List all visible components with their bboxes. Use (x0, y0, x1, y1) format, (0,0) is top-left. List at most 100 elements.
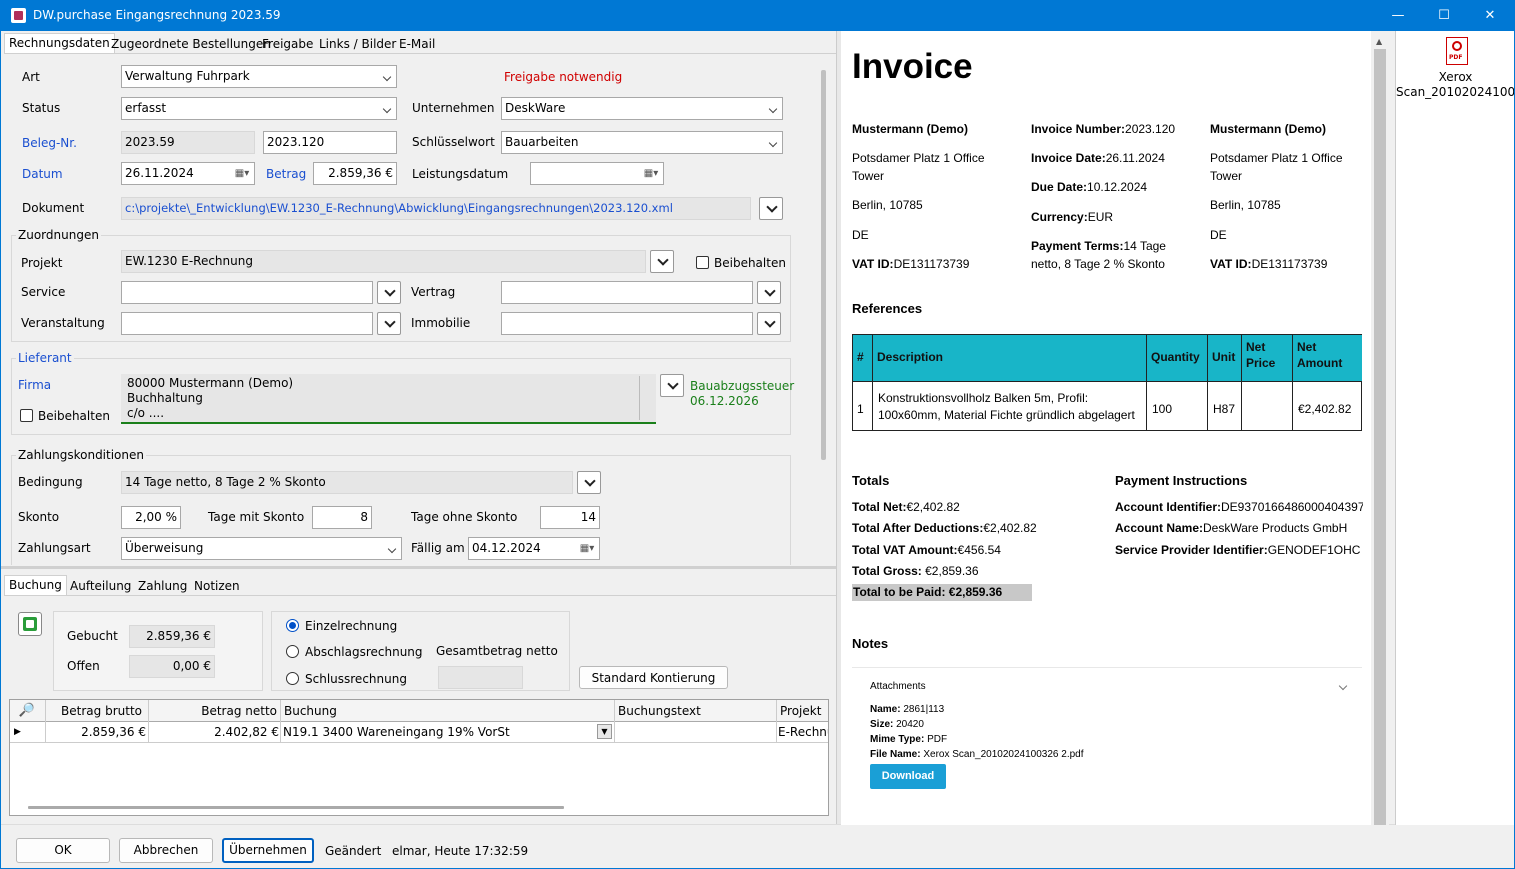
grid-header-betrag-netto[interactable]: Betrag netto (149, 701, 281, 721)
zahlungsart-select[interactable]: Überweisung (121, 537, 402, 560)
tab-zahlung[interactable]: Zahlung (133, 576, 192, 596)
datum-field[interactable]: 26.11.2024 ▦▾ (121, 162, 255, 185)
datum-link[interactable]: Datum (22, 167, 63, 181)
maximize-button[interactable]: ☐ (1421, 0, 1467, 31)
offen-label: Offen (67, 659, 100, 673)
betrag-field[interactable]: 2.859,36 € (313, 162, 397, 185)
tage-ohne-skonto-field[interactable]: 14 (540, 506, 600, 529)
offen-field: 0,00 € (129, 655, 215, 678)
vertrag-field[interactable] (501, 281, 753, 304)
th-net-amount: Net Amount (1293, 335, 1362, 381)
projekt-beibehalten-checkbox[interactable] (696, 256, 709, 269)
beleg-nr-extern-field[interactable]: 2023.120 (263, 131, 397, 154)
schlussrechnung-radio[interactable] (286, 672, 299, 685)
tab-links-bilder[interactable]: Links / Bilder (314, 34, 401, 54)
seller-addr1: Potsdamer Platz 1 Office (852, 151, 985, 165)
scroll-thumb[interactable] (1374, 49, 1386, 825)
dokument-chevron-down-icon[interactable] (759, 197, 783, 220)
tab-notizen[interactable]: Notizen (189, 576, 245, 596)
art-select[interactable]: Verwaltung Fuhrpark (121, 65, 397, 88)
close-button[interactable]: ✕ (1467, 0, 1513, 31)
splitter[interactable] (1, 566, 836, 569)
ok-button[interactable]: OK (16, 838, 110, 863)
dokument-path[interactable]: c:\projekte\_Entwicklung\EW.1230_E-Rechn… (121, 197, 751, 220)
refresh-button[interactable] (18, 612, 42, 636)
grid-cell-netto[interactable]: 2.402,82 € (149, 722, 279, 742)
scroll-up-icon[interactable]: ▲ (1376, 37, 1382, 46)
td-unit: H87 (1213, 402, 1236, 416)
service-field[interactable] (121, 281, 373, 304)
grid-header-betrag-brutto[interactable]: Betrag brutto (46, 701, 146, 721)
tab-freigabe[interactable]: Freigabe (257, 34, 318, 54)
vertrag-chevron-down-icon[interactable] (757, 281, 781, 304)
tab-aufteilung[interactable]: Aufteilung (65, 576, 136, 596)
buchung-dropdown-icon[interactable]: ▼ (597, 724, 612, 739)
bedingung-chevron-down-icon[interactable] (577, 471, 601, 494)
grid-header-buchungstext[interactable]: Buchungstext (618, 701, 773, 721)
firma-link[interactable]: Firma (18, 378, 51, 392)
uebernehmen-button[interactable]: Übernehmen (222, 838, 314, 863)
abbrechen-button[interactable]: Abbrechen (119, 838, 213, 863)
pdf-file-label[interactable]: Xerox Scan_20102024100... (1396, 70, 1514, 100)
firma-address-box[interactable]: 80000 Mustermann (Demo) Buchhaltung c/o … (121, 374, 656, 424)
calendar-icon[interactable]: ▦▾ (641, 165, 661, 182)
seller-name: Mustermann (Demo) (852, 122, 969, 136)
tage-mit-skonto-field[interactable]: 8 (312, 506, 372, 529)
bedingung-field[interactable]: 14 Tage netto, 8 Tage 2 % Skonto (121, 471, 573, 494)
skonto-field[interactable]: 2,00 % (121, 506, 181, 529)
due-date-label: Due Date: (1031, 180, 1088, 194)
veranstaltung-chevron-down-icon[interactable] (377, 312, 401, 335)
art-label: Art (22, 70, 40, 84)
service-chevron-down-icon[interactable] (377, 281, 401, 304)
tab-rechnungsdaten[interactable]: Rechnungsdaten (4, 33, 115, 53)
grid-header-projekt[interactable]: Projekt (780, 701, 828, 721)
grid-cell-brutto[interactable]: 2.859,36 € (46, 722, 146, 742)
status-select[interactable]: erfasst (121, 97, 397, 120)
betrag-link[interactable]: Betrag (266, 167, 306, 181)
grid-horizontal-scrollbar[interactable] (28, 806, 564, 809)
schluessel-label: Schlüsselwort (412, 135, 495, 149)
einzelrechnung-radio[interactable] (286, 619, 299, 632)
projekt-chevron-down-icon[interactable] (650, 250, 674, 273)
lower-tab-divider (4, 595, 836, 596)
buchung-summary-box (53, 611, 263, 691)
tab-buchung[interactable]: Buchung (4, 575, 67, 595)
pdf-file-icon[interactable]: PDF (1446, 37, 1468, 65)
grid-cell-projekt[interactable]: E-Rechnu (778, 722, 828, 742)
tab-email[interactable]: E-Mail (394, 34, 440, 54)
unternehmen-select[interactable]: DeskWare (501, 97, 783, 120)
td-description-line2: 100x60mm, Material Fichte gründlich abge… (878, 408, 1135, 422)
grid-search-icon[interactable]: 🔎 (12, 701, 42, 721)
lieferant-title[interactable]: Lieferant (16, 351, 74, 365)
grid-header-buchung[interactable]: Buchung (284, 701, 614, 721)
veranstaltung-field[interactable] (121, 312, 373, 335)
download-button[interactable]: Download (870, 764, 946, 789)
form-scrollbar[interactable] (821, 70, 826, 460)
firma-chevron-down-icon[interactable] (660, 374, 684, 397)
faellig-field[interactable]: 04.12.2024 ▦▾ (468, 537, 600, 560)
leistungsdatum-field[interactable]: ▦▾ (530, 162, 664, 185)
standard-kontierung-button[interactable]: Standard Kontierung (579, 666, 728, 689)
schluessel-select[interactable]: Bauarbeiten (501, 131, 783, 154)
invoice-scrollbar[interactable]: ▲ (1371, 31, 1389, 825)
grid-cell-buchung[interactable]: N19.1 3400 Wareneingang 19% VorSt (283, 722, 593, 742)
immobilie-field[interactable] (501, 312, 753, 335)
firma-beibehalten-checkbox[interactable] (20, 409, 33, 422)
immobilie-chevron-down-icon[interactable] (757, 312, 781, 335)
attachments-title[interactable]: Attachments (870, 678, 926, 695)
attachments-chevron-down-icon[interactable] (1338, 681, 1348, 691)
beleg-link[interactable]: Beleg-Nr. (22, 136, 77, 150)
calendar-icon[interactable]: ▦▾ (577, 540, 597, 557)
table-sep (1292, 335, 1293, 430)
tab-zugeordnete-bestellungen[interactable]: Zugeordnete Bestellungen (106, 34, 276, 54)
abschlagsrechnung-radio[interactable] (286, 645, 299, 658)
attachment-name-label: Name: (870, 704, 901, 715)
minimize-button[interactable]: — (1375, 0, 1421, 31)
buyer-addr2: Tower (1210, 169, 1243, 183)
projekt-field[interactable]: EW.1230 E-Rechnung (121, 250, 646, 273)
datum-value: 26.11.2024 (125, 166, 194, 180)
calendar-icon[interactable]: ▦▾ (232, 165, 252, 182)
einzelrechnung-label: Einzelrechnung (305, 619, 398, 633)
address-scroll-divider (639, 376, 640, 420)
main-window: DW.purchase Eingangsrechnung 2023.59 — ☐… (1, 0, 1514, 868)
